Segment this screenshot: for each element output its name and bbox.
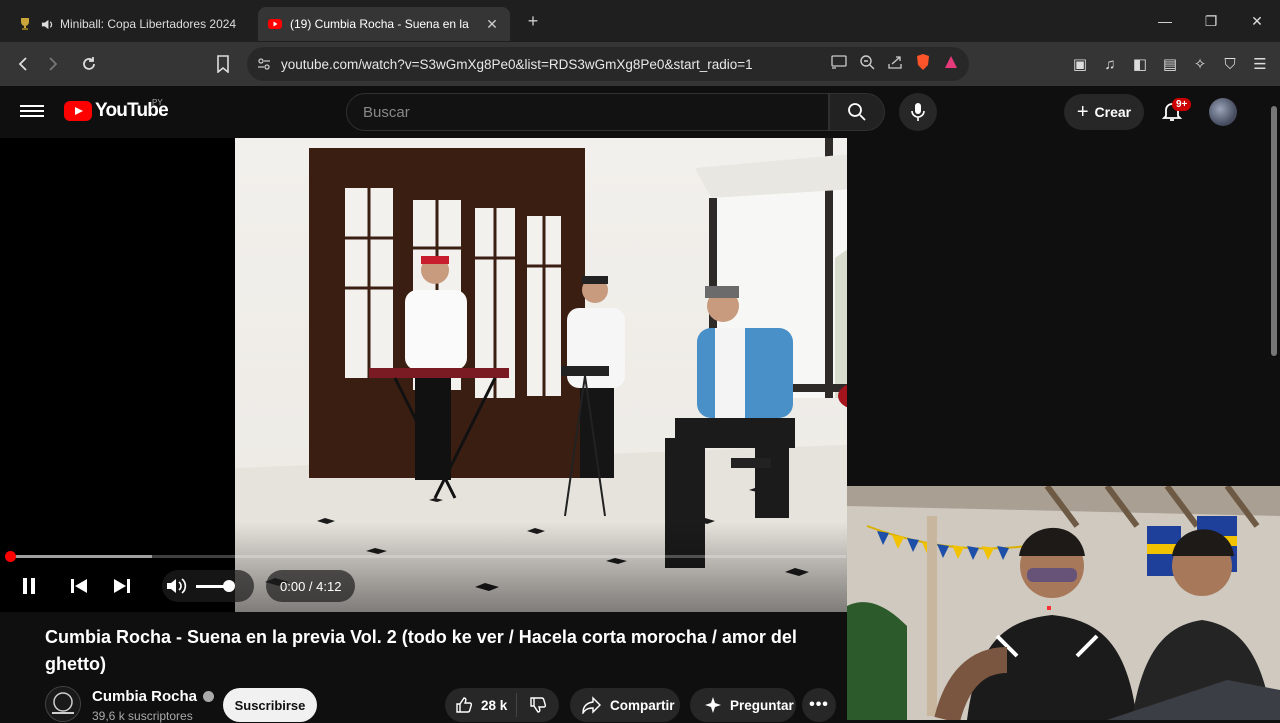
- subscriber-count: 39,6 k suscriptores: [92, 709, 193, 723]
- progress-loaded: [10, 555, 153, 558]
- thumbs-up-icon: [456, 697, 473, 713]
- video-progress-bar[interactable]: [5, 551, 846, 562]
- channel-avatar[interactable]: [45, 686, 81, 722]
- close-window-icon[interactable]: ✕: [1234, 0, 1280, 42]
- window-controls: — ❐ ✕: [1142, 0, 1280, 42]
- youtube-logo[interactable]: YouTube PY: [64, 98, 169, 122]
- tab-miniball[interactable]: Miniball: Copa Libertadores 2024: [8, 7, 248, 41]
- music-icon[interactable]: ♫: [1100, 54, 1120, 74]
- zoom-icon[interactable]: [859, 54, 875, 75]
- search-icon: [848, 103, 866, 121]
- menu-icon[interactable]: ☰: [1250, 54, 1270, 74]
- share-icon: [582, 696, 601, 714]
- address-bar-actions: [831, 47, 959, 81]
- share-button[interactable]: Compartir: [570, 688, 680, 722]
- share-page-icon[interactable]: [887, 54, 903, 75]
- restore-icon[interactable]: ❐: [1188, 0, 1234, 42]
- skip-previous-icon: [71, 579, 87, 593]
- scrollbar-thumb[interactable]: [1271, 106, 1277, 356]
- time-display: 0:00 / 4:12: [266, 570, 356, 602]
- bookmark-icon[interactable]: [208, 49, 238, 79]
- browser-tab-bar: Miniball: Copa Libertadores 2024 (19) Cu…: [0, 0, 1280, 42]
- webcam-overlay: [847, 486, 1280, 720]
- notification-badge: 9+: [1172, 98, 1192, 111]
- brave-shields-icon[interactable]: [915, 53, 931, 76]
- country-code: PY: [152, 98, 163, 107]
- volume-icon[interactable]: [166, 577, 188, 600]
- sidebar-icon[interactable]: ◧: [1130, 54, 1150, 74]
- tab-title: Miniball: Copa Libertadores 2024: [60, 17, 237, 31]
- skip-next-icon: [114, 579, 130, 593]
- youtube-favicon-icon: [268, 17, 282, 31]
- video-player[interactable]: [0, 138, 847, 612]
- player-controls: 0:00 / 4:12: [0, 566, 847, 606]
- back-icon[interactable]: [8, 49, 38, 79]
- sparkle-icon: [705, 697, 721, 713]
- thumbs-down-icon: [530, 697, 547, 713]
- like-count: 28 k: [481, 697, 508, 713]
- dislike-button[interactable]: [517, 696, 559, 714]
- tab-title: (19) Cumbia Rocha - Suena en la: [290, 17, 469, 31]
- subscribe-button[interactable]: Suscribirse: [223, 688, 317, 722]
- more-actions-button[interactable]: •••: [802, 688, 836, 722]
- voice-search-button[interactable]: [899, 93, 937, 131]
- address-bar[interactable]: youtube.com/watch?v=S3wGmXg8Pe0&list=RDS…: [247, 47, 969, 81]
- create-label: Crear: [1094, 104, 1132, 120]
- new-tab-button[interactable]: +: [518, 11, 548, 32]
- guide-menu-icon[interactable]: [20, 102, 44, 122]
- youtube-header: YouTube PY Buscar + Crear 9+: [0, 86, 1268, 138]
- pause-button[interactable]: [13, 570, 45, 602]
- plus-icon: +: [1076, 100, 1089, 123]
- create-button[interactable]: + Crear: [1064, 94, 1144, 130]
- like-button[interactable]: 28 k: [445, 693, 517, 717]
- url-text[interactable]: youtube.com/watch?v=S3wGmXg8Pe0&list=RDS…: [281, 57, 771, 72]
- brave-rewards-icon[interactable]: [943, 54, 959, 75]
- browser-toolbar: youtube.com/watch?v=S3wGmXg8Pe0&list=RDS…: [0, 42, 1280, 86]
- cast-icon[interactable]: [831, 54, 847, 74]
- minimize-icon[interactable]: —: [1142, 0, 1188, 42]
- ask-button[interactable]: Preguntar: [690, 688, 796, 722]
- more-icon: •••: [809, 696, 829, 713]
- volume-control[interactable]: [162, 570, 254, 602]
- previous-button[interactable]: [63, 570, 95, 602]
- leo-ai-icon[interactable]: ✧: [1190, 54, 1210, 74]
- ask-label: Preguntar: [730, 697, 794, 713]
- site-settings-icon[interactable]: [257, 57, 271, 71]
- webcam-scene: [847, 486, 1280, 720]
- channel-name-text: Cumbia Rocha: [92, 688, 198, 705]
- volume-knob[interactable]: [223, 580, 235, 592]
- wallet-icon[interactable]: ▤: [1160, 54, 1180, 74]
- speaker-icon: [40, 17, 54, 31]
- avatar[interactable]: [1209, 98, 1237, 126]
- channel-name[interactable]: Cumbia Rocha: [92, 688, 215, 705]
- vpn-icon[interactable]: ⛉: [1220, 54, 1240, 74]
- pause-icon: [23, 578, 35, 594]
- progress-scrubber[interactable]: [5, 551, 16, 562]
- close-tab-icon[interactable]: ✕: [484, 16, 500, 33]
- share-label: Compartir: [610, 697, 675, 713]
- trophy-icon: [18, 17, 32, 31]
- search-button[interactable]: [829, 93, 885, 131]
- reader-mode-icon[interactable]: ▣: [1070, 54, 1090, 74]
- like-dislike-group: 28 k: [445, 688, 559, 722]
- next-button[interactable]: [106, 570, 138, 602]
- microphone-icon: [911, 103, 925, 121]
- search-placeholder: Buscar: [363, 103, 410, 121]
- tab-youtube[interactable]: (19) Cumbia Rocha - Suena en la ✕: [258, 7, 510, 41]
- forward-icon[interactable]: [38, 49, 68, 79]
- youtube-logo-icon: [64, 101, 92, 121]
- toolbar-extensions: ▣ ♫ ◧ ▤ ✧ ⛉ ☰: [1070, 42, 1270, 86]
- video-title: Cumbia Rocha - Suena en la previa Vol. 2…: [45, 627, 797, 674]
- search-input[interactable]: Buscar: [346, 93, 829, 131]
- verified-icon: [203, 691, 215, 702]
- reload-icon[interactable]: [74, 49, 104, 79]
